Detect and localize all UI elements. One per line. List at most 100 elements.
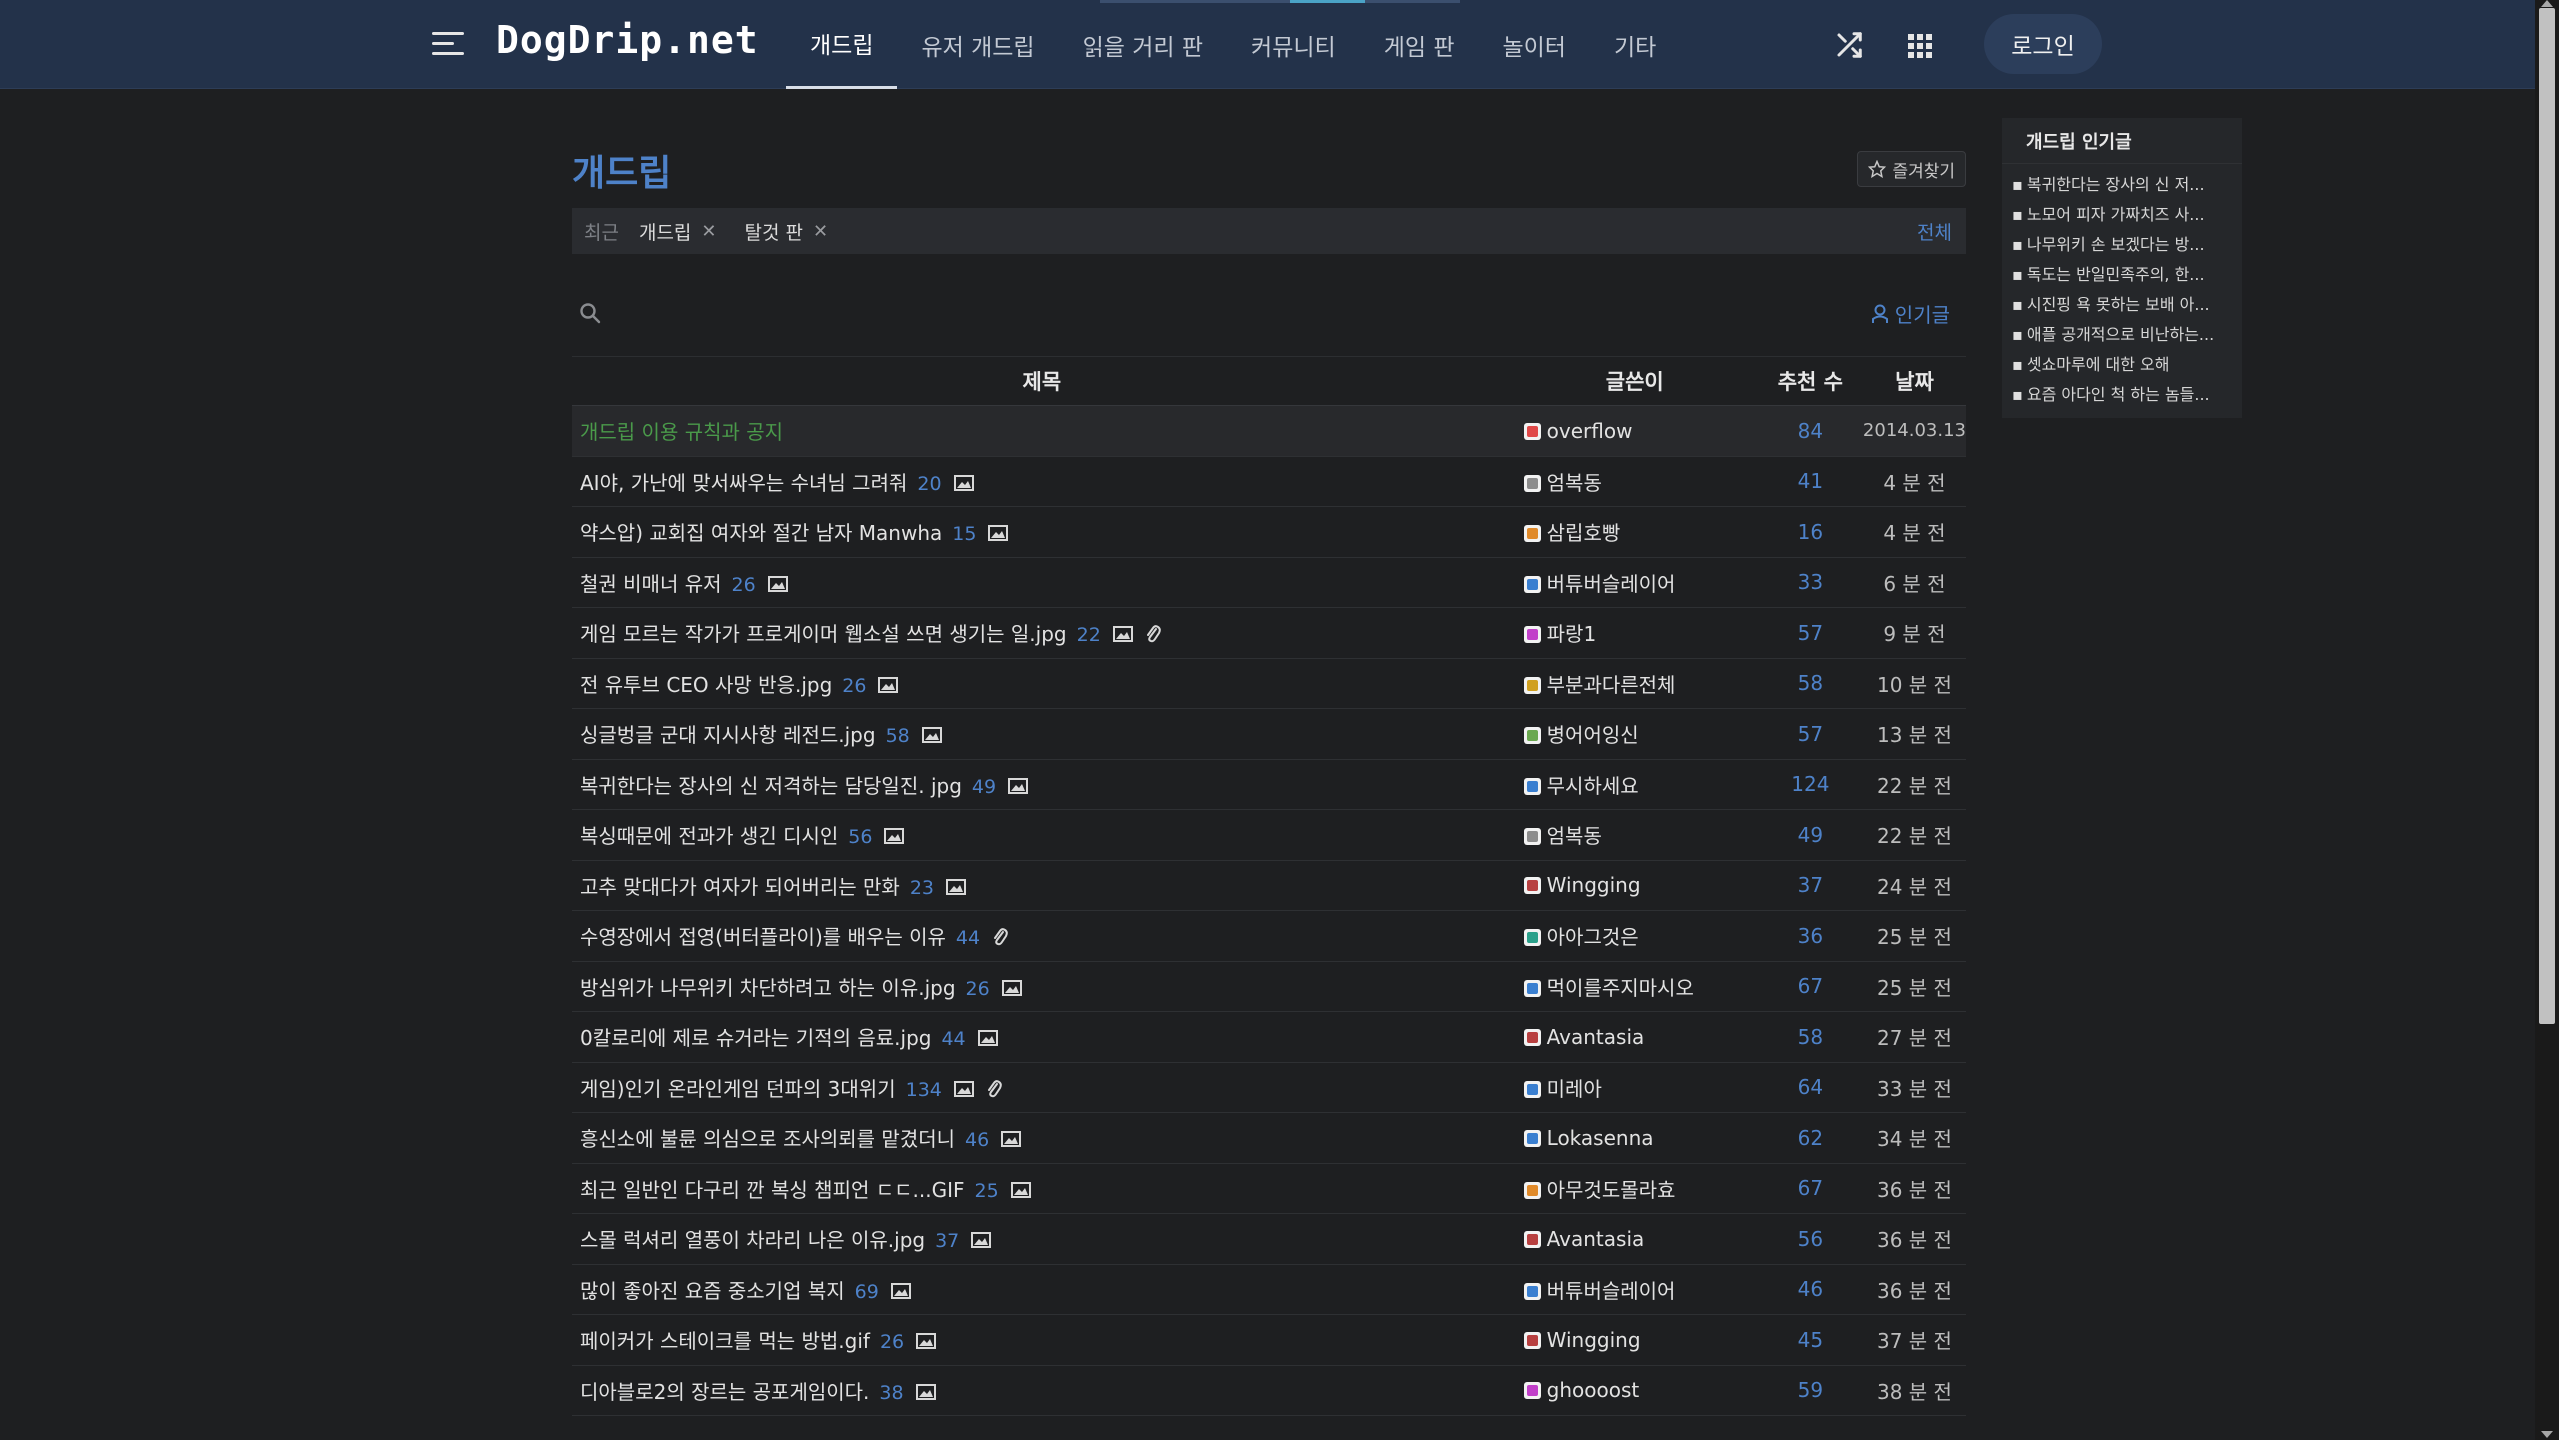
- post-title[interactable]: 최근 일반인 다구리 깐 복싱 챔피언 ㄷㄷ...GIF: [580, 1178, 965, 1202]
- author-name[interactable]: 엄복동: [1547, 824, 1602, 848]
- author-cell[interactable]: 먹이를주지마시오: [1511, 961, 1758, 1012]
- author-name[interactable]: Lokasenna: [1547, 1126, 1654, 1150]
- author-cell[interactable]: Wingging: [1511, 860, 1758, 911]
- recent-board-link[interactable]: 탈것 판: [745, 218, 803, 245]
- author-cell[interactable]: 엄복동: [1511, 809, 1758, 861]
- author-cell[interactable]: 아무것도몰라효: [1511, 1163, 1758, 1214]
- comment-count[interactable]: 49: [972, 776, 996, 798]
- author-name[interactable]: 아무것도몰라효: [1547, 1178, 1676, 1202]
- post-row[interactable]: 복귀한다는 장사의 신 저격하는 담당일진. jpg 49 무시하세요 124 22 분…: [572, 759, 1966, 810]
- comment-count[interactable]: 38: [879, 1382, 903, 1404]
- comment-count[interactable]: 15: [952, 523, 976, 545]
- post-row[interactable]: 흥신소에 불륜 의심으로 조사의뢰를 맡겼더니 46 Lokasenna 62 34 분…: [572, 1112, 1966, 1164]
- author-cell[interactable]: 부분과다른전체: [1511, 658, 1758, 709]
- post-title[interactable]: 0칼로리에 제로 슈거라는 기적의 음료.jpg: [580, 1026, 931, 1050]
- nav-item-reading[interactable]: 읽을 거리 판: [1059, 0, 1227, 89]
- post-title-cell[interactable]: 철권 비매너 유저 26: [572, 557, 1512, 608]
- author-name[interactable]: 부분과다른전체: [1547, 673, 1676, 697]
- author-name[interactable]: 아아그것은: [1547, 925, 1639, 949]
- author-name[interactable]: 엄복동: [1547, 471, 1602, 495]
- post-title[interactable]: 스몰 럭셔리 열풍이 차라리 나은 이유.jpg: [580, 1228, 925, 1252]
- apps-grid-icon[interactable]: [1906, 32, 1932, 58]
- post-title[interactable]: 전 유투브 CEO 사망 반응.jpg: [580, 673, 832, 697]
- comment-count[interactable]: 20: [917, 473, 941, 495]
- post-row[interactable]: 전 유투브 CEO 사망 반응.jpg 26 부분과다른전체 58 10 분 전: [572, 658, 1966, 709]
- nav-item-community[interactable]: 커뮤니티: [1227, 0, 1360, 89]
- author-name[interactable]: Avantasia: [1547, 1227, 1645, 1251]
- post-title-cell[interactable]: 많이 좋아진 요즘 중소기업 복지 69: [572, 1264, 1512, 1315]
- post-title[interactable]: 고추 맞대다가 여자가 되어버리는 만화: [580, 875, 900, 899]
- sidebar-popular-item[interactable]: 나무위키 손 보겠다는 방...: [2012, 230, 2232, 260]
- author-name[interactable]: Wingging: [1547, 1328, 1641, 1352]
- comment-count[interactable]: 26: [966, 978, 990, 1000]
- favorite-button[interactable]: 즐겨찾기: [1857, 151, 1966, 187]
- scroll-down-icon[interactable]: [2541, 1431, 2553, 1438]
- comment-count[interactable]: 26: [732, 574, 756, 596]
- author-cell[interactable]: 무시하세요: [1511, 759, 1758, 810]
- post-row[interactable]: AI야, 가난에 맞서싸우는 수녀님 그려줘 20 엄복동 41 4 분 전: [572, 456, 1966, 507]
- post-title-cell[interactable]: AI야, 가난에 맞서싸우는 수녀님 그려줘 20: [572, 456, 1512, 507]
- nav-item-playground[interactable]: 놀이터: [1478, 0, 1589, 89]
- post-row[interactable]: 고추 맞대다가 여자가 되어버리는 만화 23 Wingging 37 24 분 전: [572, 860, 1966, 911]
- page-scrollbar[interactable]: [2535, 0, 2559, 1440]
- post-title-cell[interactable]: 약스압) 교회집 여자와 절간 남자 Manwha 15: [572, 506, 1512, 558]
- comment-count[interactable]: 37: [935, 1230, 959, 1252]
- post-row[interactable]: 약스압) 교회집 여자와 절간 남자 Manwha 15 삼립호빵 16 4 분 전: [572, 506, 1966, 558]
- post-title[interactable]: 복귀한다는 장사의 신 저격하는 담당일진. jpg: [580, 774, 962, 798]
- comment-count[interactable]: 23: [910, 877, 934, 899]
- post-title[interactable]: AI야, 가난에 맞서싸우는 수녀님 그려줘: [580, 471, 907, 495]
- site-logo[interactable]: DogDrip.net: [496, 18, 759, 62]
- post-title[interactable]: 싱글벙글 군대 지시사항 레전드.jpg: [580, 723, 876, 747]
- author-cell[interactable]: ghoooost: [1511, 1365, 1758, 1416]
- post-row[interactable]: 방심위가 나무위키 차단하려고 하는 이유.jpg 26 먹이를주지마시오 67 25 …: [572, 961, 1966, 1012]
- post-row[interactable]: 0칼로리에 제로 슈거라는 기적의 음료.jpg 44 Avantasia 58 27 …: [572, 1011, 1966, 1063]
- author-cell[interactable]: Wingging: [1511, 1314, 1758, 1366]
- shuffle-icon[interactable]: [1834, 30, 1864, 60]
- post-title-cell[interactable]: 스몰 럭셔리 열풍이 차라리 나은 이유.jpg 37: [572, 1213, 1512, 1265]
- post-title-cell[interactable]: 0칼로리에 제로 슈거라는 기적의 음료.jpg 44: [572, 1011, 1512, 1063]
- search-icon[interactable]: [578, 301, 602, 325]
- post-title-cell[interactable]: 방심위가 나무위키 차단하려고 하는 이유.jpg 26: [572, 961, 1512, 1012]
- post-title-cell[interactable]: 고추 맞대다가 여자가 되어버리는 만화 23: [572, 860, 1512, 911]
- post-row[interactable]: 스몰 럭셔리 열풍이 차라리 나은 이유.jpg 37 Avantasia 56 36 …: [572, 1213, 1966, 1265]
- recent-board-link[interactable]: 개드립: [639, 218, 691, 245]
- post-title[interactable]: 수영장에서 접영(버터플라이)를 배우는 이유: [580, 925, 946, 949]
- popular-posts-link[interactable]: 인기글: [1871, 299, 1950, 328]
- post-row[interactable]: 디아블로2의 장르는 공포게임이다. 38 ghoooost 59 38 분 전: [572, 1365, 1966, 1416]
- nav-item-etc[interactable]: 기타: [1590, 0, 1680, 89]
- post-title[interactable]: 많이 좋아진 요즘 중소기업 복지: [580, 1279, 845, 1303]
- post-title[interactable]: 개드립 이용 규칙과 공지: [580, 420, 783, 444]
- post-title[interactable]: 방심위가 나무위키 차단하려고 하는 이유.jpg: [580, 976, 956, 1000]
- sidebar-popular-item[interactable]: 요즘 아다인 척 하는 놈들...: [2012, 380, 2232, 410]
- author-name[interactable]: 삼립호빵: [1547, 521, 1621, 545]
- author-cell[interactable]: 파랑1: [1511, 607, 1758, 659]
- all-boards-link[interactable]: 전체: [1917, 218, 1952, 245]
- post-title-cell[interactable]: 게임)인기 온라인게임 던파의 3대위기 134: [572, 1062, 1512, 1113]
- author-name[interactable]: 버튜버슬레이어: [1547, 572, 1676, 596]
- post-row[interactable]: 싱글벙글 군대 지시사항 레전드.jpg 58 병어어잉신 57 13 분 전: [572, 708, 1966, 760]
- post-title[interactable]: 디아블로2의 장르는 공포게임이다.: [580, 1380, 869, 1404]
- post-title[interactable]: 약스압) 교회집 여자와 절간 남자 Manwha: [580, 521, 942, 545]
- author-name[interactable]: ghoooost: [1547, 1378, 1640, 1402]
- menu-icon[interactable]: [432, 32, 464, 58]
- post-row[interactable]: 철권 비매너 유저 26 버튜버슬레이어 33 6 분 전: [572, 557, 1966, 608]
- author-name[interactable]: overflow: [1547, 419, 1633, 443]
- comment-count[interactable]: 134: [906, 1079, 942, 1101]
- author-cell[interactable]: 삼립호빵: [1511, 506, 1758, 558]
- sidebar-popular-item[interactable]: 노모어 피자 가짜치즈 사...: [2012, 200, 2232, 230]
- nav-item-gaedrip[interactable]: 개드립: [786, 0, 898, 89]
- author-name[interactable]: Wingging: [1547, 873, 1641, 897]
- scroll-up-icon[interactable]: [2541, 0, 2553, 7]
- post-title[interactable]: 게임 모르는 작가가 프로게이머 웹소설 쓰면 생기는 일.jpg: [580, 622, 1067, 646]
- author-cell[interactable]: 병어어잉신: [1511, 708, 1758, 760]
- scrollbar-thumb[interactable]: [2539, 8, 2555, 1024]
- page-title[interactable]: 개드립: [572, 144, 671, 196]
- post-title-cell[interactable]: 복귀한다는 장사의 신 저격하는 담당일진. jpg 49: [572, 759, 1512, 810]
- author-cell[interactable]: 아아그것은: [1511, 910, 1758, 962]
- post-title-cell[interactable]: 페이커가 스테이크를 먹는 방법.gif 26: [572, 1314, 1512, 1366]
- author-cell[interactable]: overflow: [1511, 405, 1758, 457]
- sidebar-popular-item[interactable]: 애플 공개적으로 비난하는...: [2012, 320, 2232, 350]
- post-title[interactable]: 페이커가 스테이크를 먹는 방법.gif: [580, 1329, 870, 1353]
- author-name[interactable]: 파랑1: [1547, 622, 1597, 646]
- post-title-cell[interactable]: 디아블로2의 장르는 공포게임이다. 38: [572, 1365, 1512, 1416]
